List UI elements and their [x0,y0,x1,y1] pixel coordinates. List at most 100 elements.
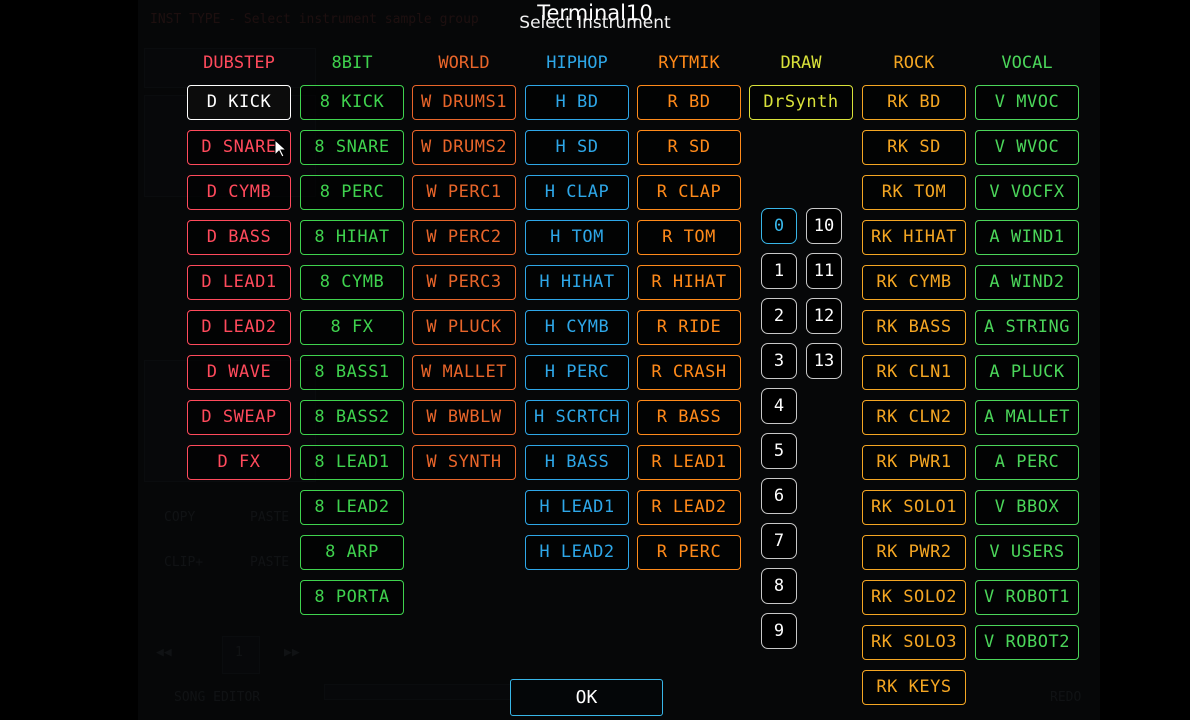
instrument-button-d-lead2[interactable]: D LEAD2 [187,310,291,345]
instrument-button-v-robot1[interactable]: V ROBOT1 [975,580,1079,615]
instrument-button-w-perc3[interactable]: W PERC3 [412,265,516,300]
instrument-button-r-clap[interactable]: R CLAP [637,175,741,210]
instrument-button-w-drums2[interactable]: W DRUMS2 [412,130,516,165]
instrument-button-rk-solo2[interactable]: RK SOLO2 [862,580,966,615]
instrument-button-h-sd[interactable]: H SD [525,130,629,165]
instrument-button-8-arp[interactable]: 8 ARP [300,535,404,570]
instrument-button-h-scrtch[interactable]: H SCRTCH [525,400,629,435]
instrument-button-h-clap[interactable]: H CLAP [525,175,629,210]
instrument-button-v-vocfx[interactable]: V VOCFX [975,175,1079,210]
instrument-button-d-bass[interactable]: D BASS [187,220,291,255]
instrument-button-r-lead2[interactable]: R LEAD2 [637,490,741,525]
column-header-rytmik: RYTMIK [658,53,720,73]
number-button-8[interactable]: 8 [761,568,797,604]
instrument-button-v-users[interactable]: V USERS [975,535,1079,570]
instrument-button-h-hihat[interactable]: H HIHAT [525,265,629,300]
instrument-button-w-bwblw[interactable]: W BWBLW [412,400,516,435]
instrument-button-a-wind1[interactable]: A WIND1 [975,220,1079,255]
number-button-5[interactable]: 5 [761,433,797,469]
instrument-button-8-bass2[interactable]: 8 BASS2 [300,400,404,435]
number-button-12[interactable]: 12 [806,298,842,334]
instrument-button-d-wave[interactable]: D WAVE [187,355,291,390]
number-button-0[interactable]: 0 [761,208,797,244]
instrument-button-r-perc[interactable]: R PERC [637,535,741,570]
instrument-button-h-lead2[interactable]: H LEAD2 [525,535,629,570]
number-button-9[interactable]: 9 [761,613,797,649]
number-button-10[interactable]: 10 [806,208,842,244]
number-button-2[interactable]: 2 [761,298,797,334]
instrument-button-8-snare[interactable]: 8 SNARE [300,130,404,165]
instrument-button-h-bass[interactable]: H BASS [525,445,629,480]
instrument-button-v-wvoc[interactable]: V WVOC [975,130,1079,165]
instrument-button-h-tom[interactable]: H TOM [525,220,629,255]
instrument-button-rk-cln2[interactable]: RK CLN2 [862,400,966,435]
instrument-button-v-mvoc[interactable]: V MVOC [975,85,1079,120]
instrument-button-8-bass1[interactable]: 8 BASS1 [300,355,404,390]
number-button-1[interactable]: 1 [761,253,797,289]
instrument-button-r-sd[interactable]: R SD [637,130,741,165]
instrument-button-rk-hihat[interactable]: RK HIHAT [862,220,966,255]
instrument-button-d-lead1[interactable]: D LEAD1 [187,265,291,300]
instrument-button-a-perc[interactable]: A PERC [975,445,1079,480]
instrument-button-w-synth[interactable]: W SYNTH [412,445,516,480]
column-header-rock: ROCK [893,53,935,73]
number-button-6[interactable]: 6 [761,478,797,514]
instrument-button-rk-cymb[interactable]: RK CYMB [862,265,966,300]
instrument-button-rk-tom[interactable]: RK TOM [862,175,966,210]
instrument-button-v-robot2[interactable]: V ROBOT2 [975,625,1079,660]
instrument-button-h-bd[interactable]: H BD [525,85,629,120]
instrument-button-h-perc[interactable]: H PERC [525,355,629,390]
instrument-button-a-mallet[interactable]: A MALLET [975,400,1079,435]
instrument-button-r-ride[interactable]: R RIDE [637,310,741,345]
number-button-11[interactable]: 11 [806,253,842,289]
instrument-button-a-string[interactable]: A STRING [975,310,1079,345]
instrument-button-8-porta[interactable]: 8 PORTA [300,580,404,615]
instrument-button-rk-bass[interactable]: RK BASS [862,310,966,345]
number-button-4[interactable]: 4 [761,388,797,424]
ok-button[interactable]: OK [510,679,663,716]
instrument-button-rk-bd[interactable]: RK BD [862,85,966,120]
instrument-button-h-cymb[interactable]: H CYMB [525,310,629,345]
instrument-button-rk-pwr1[interactable]: RK PWR1 [862,445,966,480]
instrument-button-r-bd[interactable]: R BD [637,85,741,120]
column-header-world: WORLD [438,53,490,73]
dialog-title: Select Instrument [519,13,671,33]
instrument-button-a-wind2[interactable]: A WIND2 [975,265,1079,300]
instrument-button-r-crash[interactable]: R CRASH [637,355,741,390]
instrument-button-8-fx[interactable]: 8 FX [300,310,404,345]
instrument-button-w-perc1[interactable]: W PERC1 [412,175,516,210]
instrument-button-r-tom[interactable]: R TOM [637,220,741,255]
instrument-button-w-perc2[interactable]: W PERC2 [412,220,516,255]
instrument-button-8-hihat[interactable]: 8 HIHAT [300,220,404,255]
instrument-button-r-bass[interactable]: R BASS [637,400,741,435]
instrument-button-h-lead1[interactable]: H LEAD1 [525,490,629,525]
number-button-7[interactable]: 7 [761,523,797,559]
instrument-button-d-kick[interactable]: D KICK [187,85,291,120]
number-button-3[interactable]: 3 [761,343,797,379]
instrument-button-a-pluck[interactable]: A PLUCK [975,355,1079,390]
instrument-button-d-sweap[interactable]: D SWEAP [187,400,291,435]
instrument-button-rk-sd[interactable]: RK SD [862,130,966,165]
column-header-dubstep: DUBSTEP [203,53,275,73]
number-button-13[interactable]: 13 [806,343,842,379]
instrument-button-8-lead1[interactable]: 8 LEAD1 [300,445,404,480]
instrument-button-rk-solo3[interactable]: RK SOLO3 [862,625,966,660]
instrument-button-v-bbox[interactable]: V BBOX [975,490,1079,525]
instrument-button-r-hihat[interactable]: R HIHAT [637,265,741,300]
column-header-bit8: 8BIT [331,53,373,73]
instrument-button-rk-cln1[interactable]: RK CLN1 [862,355,966,390]
instrument-button-rk-pwr2[interactable]: RK PWR2 [862,535,966,570]
instrument-button-r-lead1[interactable]: R LEAD1 [637,445,741,480]
instrument-button-8-kick[interactable]: 8 KICK [300,85,404,120]
instrument-button-w-drums1[interactable]: W DRUMS1 [412,85,516,120]
instrument-button-drsynth[interactable]: DrSynth [749,85,853,120]
instrument-button-8-cymb[interactable]: 8 CYMB [300,265,404,300]
instrument-button-d-fx[interactable]: D FX [187,445,291,480]
instrument-button-w-mallet[interactable]: W MALLET [412,355,516,390]
instrument-button-8-lead2[interactable]: 8 LEAD2 [300,490,404,525]
instrument-button-8-perc[interactable]: 8 PERC [300,175,404,210]
instrument-button-d-cymb[interactable]: D CYMB [187,175,291,210]
instrument-button-w-pluck[interactable]: W PLUCK [412,310,516,345]
instrument-button-rk-keys[interactable]: RK KEYS [862,670,966,705]
instrument-button-rk-solo1[interactable]: RK SOLO1 [862,490,966,525]
